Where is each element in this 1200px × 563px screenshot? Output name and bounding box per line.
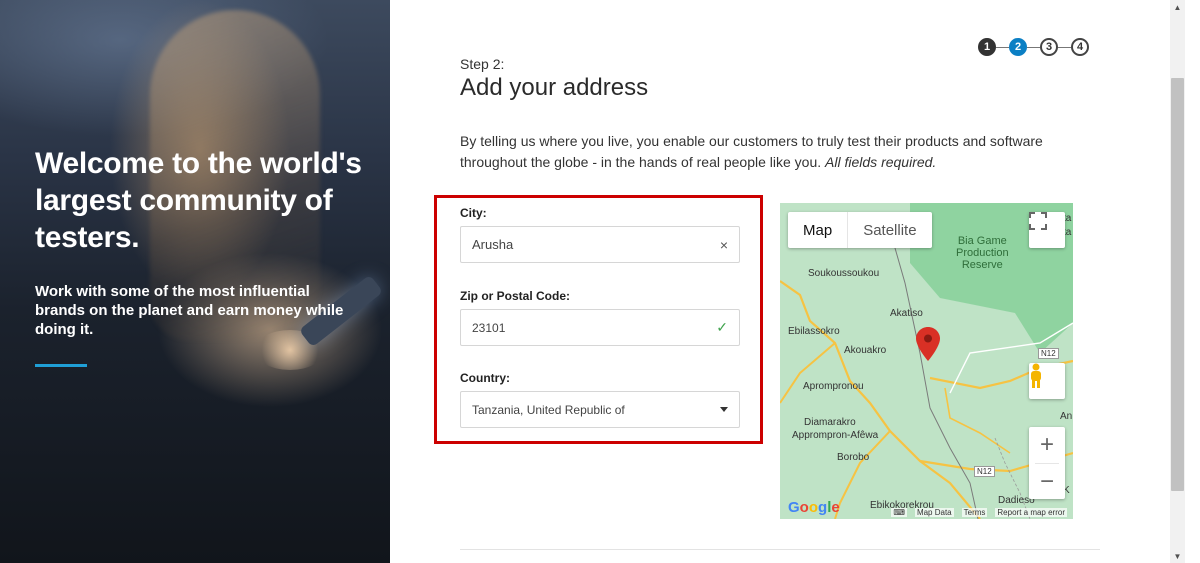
zoom-in-button[interactable]: + — [1029, 427, 1065, 463]
pegman-icon[interactable] — [1029, 363, 1065, 399]
map-data-link[interactable]: Map Data — [914, 507, 954, 517]
keyboard-icon[interactable]: ⌨ — [891, 507, 907, 517]
road — [780, 280, 981, 519]
road — [780, 342, 836, 404]
page-title: Add your address — [460, 74, 649, 101]
zip-label: Zip or Postal Code: — [460, 289, 571, 303]
map-type-satellite-button[interactable]: Satellite — [848, 212, 931, 248]
country-select[interactable]: Tanzania, United Republic of — [460, 391, 740, 428]
map-label: Ebilassokro — [788, 326, 840, 337]
page-scrollbar[interactable]: ▲ ▼ — [1170, 0, 1200, 563]
location-pin-icon — [916, 327, 940, 361]
map-label: Akouakro — [844, 345, 887, 356]
scroll-up-icon[interactable]: ▲ — [1170, 0, 1185, 14]
pegman-icon-glyph — [1031, 363, 1041, 388]
step-1-indicator: 1 — [978, 38, 996, 56]
map-label-park: Bia Game Production Reserve — [956, 235, 1009, 271]
city-value: Arusha — [472, 237, 514, 252]
map-label: An — [1060, 411, 1073, 422]
step-label: Step 2: — [460, 56, 505, 72]
map-type-control: Map Satellite — [788, 212, 932, 248]
scroll-down-icon[interactable]: ▼ — [1170, 549, 1185, 563]
country-value: Tanzania, United Republic of — [472, 402, 625, 417]
map-attribution: ⌨ Map Data Terms Report a map error — [780, 505, 1073, 519]
zoom-control: + − — [1029, 427, 1065, 499]
hero-panel: Welcome to the world's largest community… — [0, 0, 390, 563]
step-connector — [1027, 46, 1040, 48]
map-label: Soukoussoukou — [808, 268, 880, 279]
map-label: Diamarakro — [804, 417, 856, 428]
terms-link[interactable]: Terms — [961, 507, 988, 517]
fullscreen-icon[interactable] — [1029, 212, 1065, 248]
signup-content: 1 2 3 4 Step 2: Add your address By tell… — [390, 0, 1170, 563]
map-label: Apprompron-Afêwa — [792, 430, 879, 441]
step-3-indicator: 3 — [1040, 38, 1058, 56]
zip-value: 23101 — [472, 320, 506, 335]
progress-stepper: 1 2 3 4 — [978, 38, 1089, 56]
step-connector — [1058, 46, 1071, 48]
hero-title: Welcome to the world's largest community… — [35, 147, 362, 254]
route-shield: N12 — [1038, 348, 1059, 359]
intro-text: By telling us where you live, you enable… — [460, 131, 1100, 173]
hero-accent-rule — [35, 364, 87, 367]
city-field[interactable]: Arusha × — [460, 226, 740, 263]
road — [944, 387, 1011, 454]
window-gutter — [1185, 0, 1200, 563]
zoom-out-button[interactable]: − — [1029, 464, 1065, 500]
clear-icon[interactable]: × — [720, 237, 728, 253]
location-map[interactable]: Bia Game Production Reserve Soukoussouko… — [780, 203, 1073, 519]
intro-required-note: All fields required. — [825, 154, 937, 170]
step-4-indicator: 4 — [1071, 38, 1089, 56]
step-connector — [996, 46, 1009, 48]
route-shield: N12 — [974, 466, 995, 477]
fullscreen-icon-glyph — [1029, 212, 1047, 230]
map-label: Aprompronou — [803, 381, 864, 392]
map-label: Borobo — [837, 452, 870, 463]
scroll-thumb[interactable] — [1171, 78, 1184, 491]
chevron-down-icon — [720, 407, 728, 412]
map-label: Akatiso — [890, 308, 923, 319]
section-divider — [460, 549, 1100, 550]
report-map-error-link[interactable]: Report a map error — [995, 507, 1067, 517]
check-icon: ✓ — [716, 319, 728, 335]
hero-subtitle: Work with some of the most influential b… — [35, 283, 344, 338]
step-2-indicator: 2 — [1009, 38, 1027, 56]
map-type-map-button[interactable]: Map — [788, 212, 849, 248]
country-label: Country: — [460, 371, 510, 385]
city-label: City: — [460, 206, 487, 220]
intro-body: By telling us where you live, you enable… — [460, 133, 1043, 170]
zip-field[interactable]: 23101 ✓ — [460, 309, 740, 346]
